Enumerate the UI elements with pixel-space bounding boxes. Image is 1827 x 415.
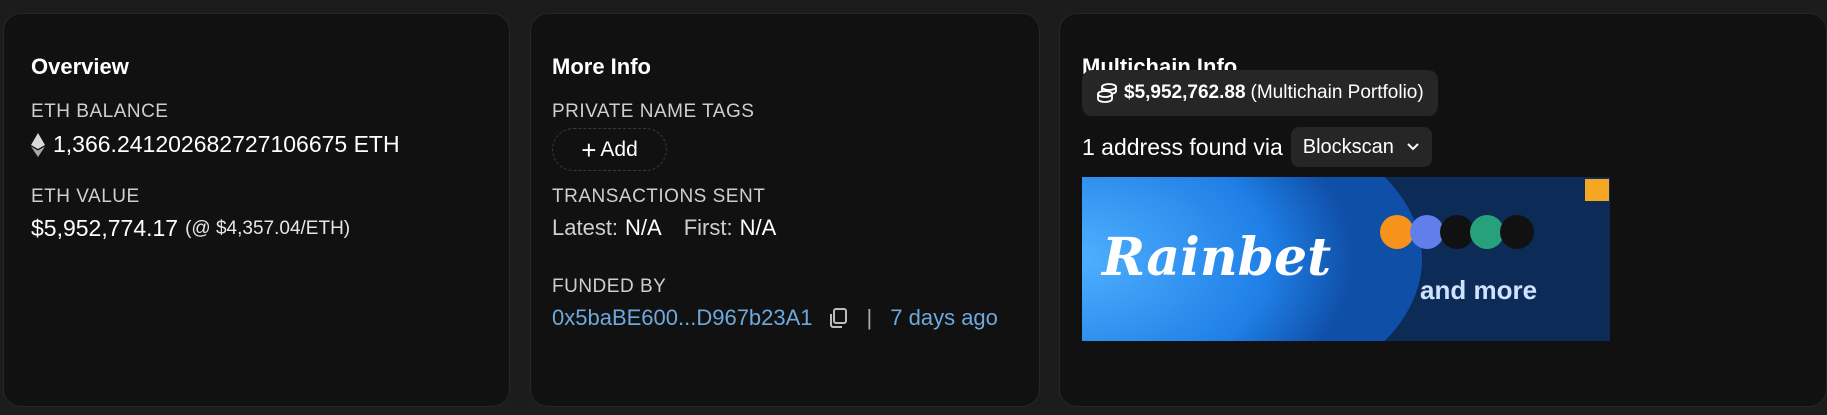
more-info-title: More Info [552,54,651,79]
funded-by-address-link[interactable]: 0x5baBE600...D967b23A1 [552,305,813,331]
multichain-portfolio-button[interactable]: $5,952,762.88 (Multichain Portfolio) [1082,70,1438,116]
coins-icon [1097,83,1117,103]
multichain-info-card: Multichain Info $5,952,762.88 (Multichai… [1059,13,1827,407]
blockscan-select[interactable]: Blockscan [1290,127,1432,167]
eth-value-amount: $5,952,774.17 [31,215,179,241]
funded-separator: | [866,305,873,330]
ad-banner[interactable]: Rainbet and more [1082,177,1610,341]
funded-by-label: FUNDED BY [552,276,667,297]
info-cards-row: Overview ETH BALANCE 1,366.2412026827271… [0,0,1827,415]
portfolio-amount: $5,952,762.88 [1124,82,1246,103]
xrp-icon [1440,215,1474,249]
funded-age-link[interactable]: 7 days ago [890,305,998,331]
first-label: First: [683,215,733,240]
eth-price-rate: (@ $4,357.04/ETH) [185,217,351,239]
transactions-sent-label: TRANSACTIONS SENT [552,186,766,207]
address-found-text: 1 address found via [1082,133,1283,160]
latest-label: Latest: [552,215,619,240]
copy-icon[interactable] [827,307,849,329]
ad-brand: Rainbet [1102,227,1332,288]
portfolio-suffix: (Multichain Portfolio) [1250,82,1424,103]
add-name-tag-button[interactable]: + Add [552,128,667,171]
more-info-card: More Info PRIVATE NAME TAGS + Add TRANSA… [530,13,1040,407]
bitcoin-icon [1380,215,1414,249]
transactions-sent-values: Latest: N/A First: N/A [552,215,776,241]
address-found-row: 1 address found via Blockscan [1082,127,1432,167]
eth-balance-amount: 1,366.241202682727106675 ETH [53,131,400,157]
solana-icon [1500,215,1534,249]
latest-value: N/A [625,215,662,240]
ad-badge-icon [1585,179,1609,201]
add-button-label: Add [600,137,638,161]
chevron-down-icon [1407,143,1419,151]
eth-value: $5,952,774.17 (@ $4,357.04/ETH) [31,215,350,242]
select-value: Blockscan [1302,135,1394,158]
private-name-tags-label: PRIVATE NAME TAGS [552,101,755,122]
tether-icon [1470,215,1504,249]
ad-tagline: and more [1420,275,1538,305]
eth-balance-value: 1,366.241202682727106675 ETH [31,131,400,158]
eth-balance-label: ETH BALANCE [31,101,169,122]
plus-icon: + [581,134,597,165]
overview-title: Overview [31,54,129,79]
funded-by-row: 0x5baBE600...D967b23A1 | 7 days ago [552,305,998,331]
ethereum-coin-icon [1410,215,1444,249]
overview-card: Overview ETH BALANCE 1,366.2412026827271… [3,13,510,407]
eth-value-label: ETH VALUE [31,186,140,207]
ethereum-icon [31,132,45,157]
first-value: N/A [739,215,777,240]
